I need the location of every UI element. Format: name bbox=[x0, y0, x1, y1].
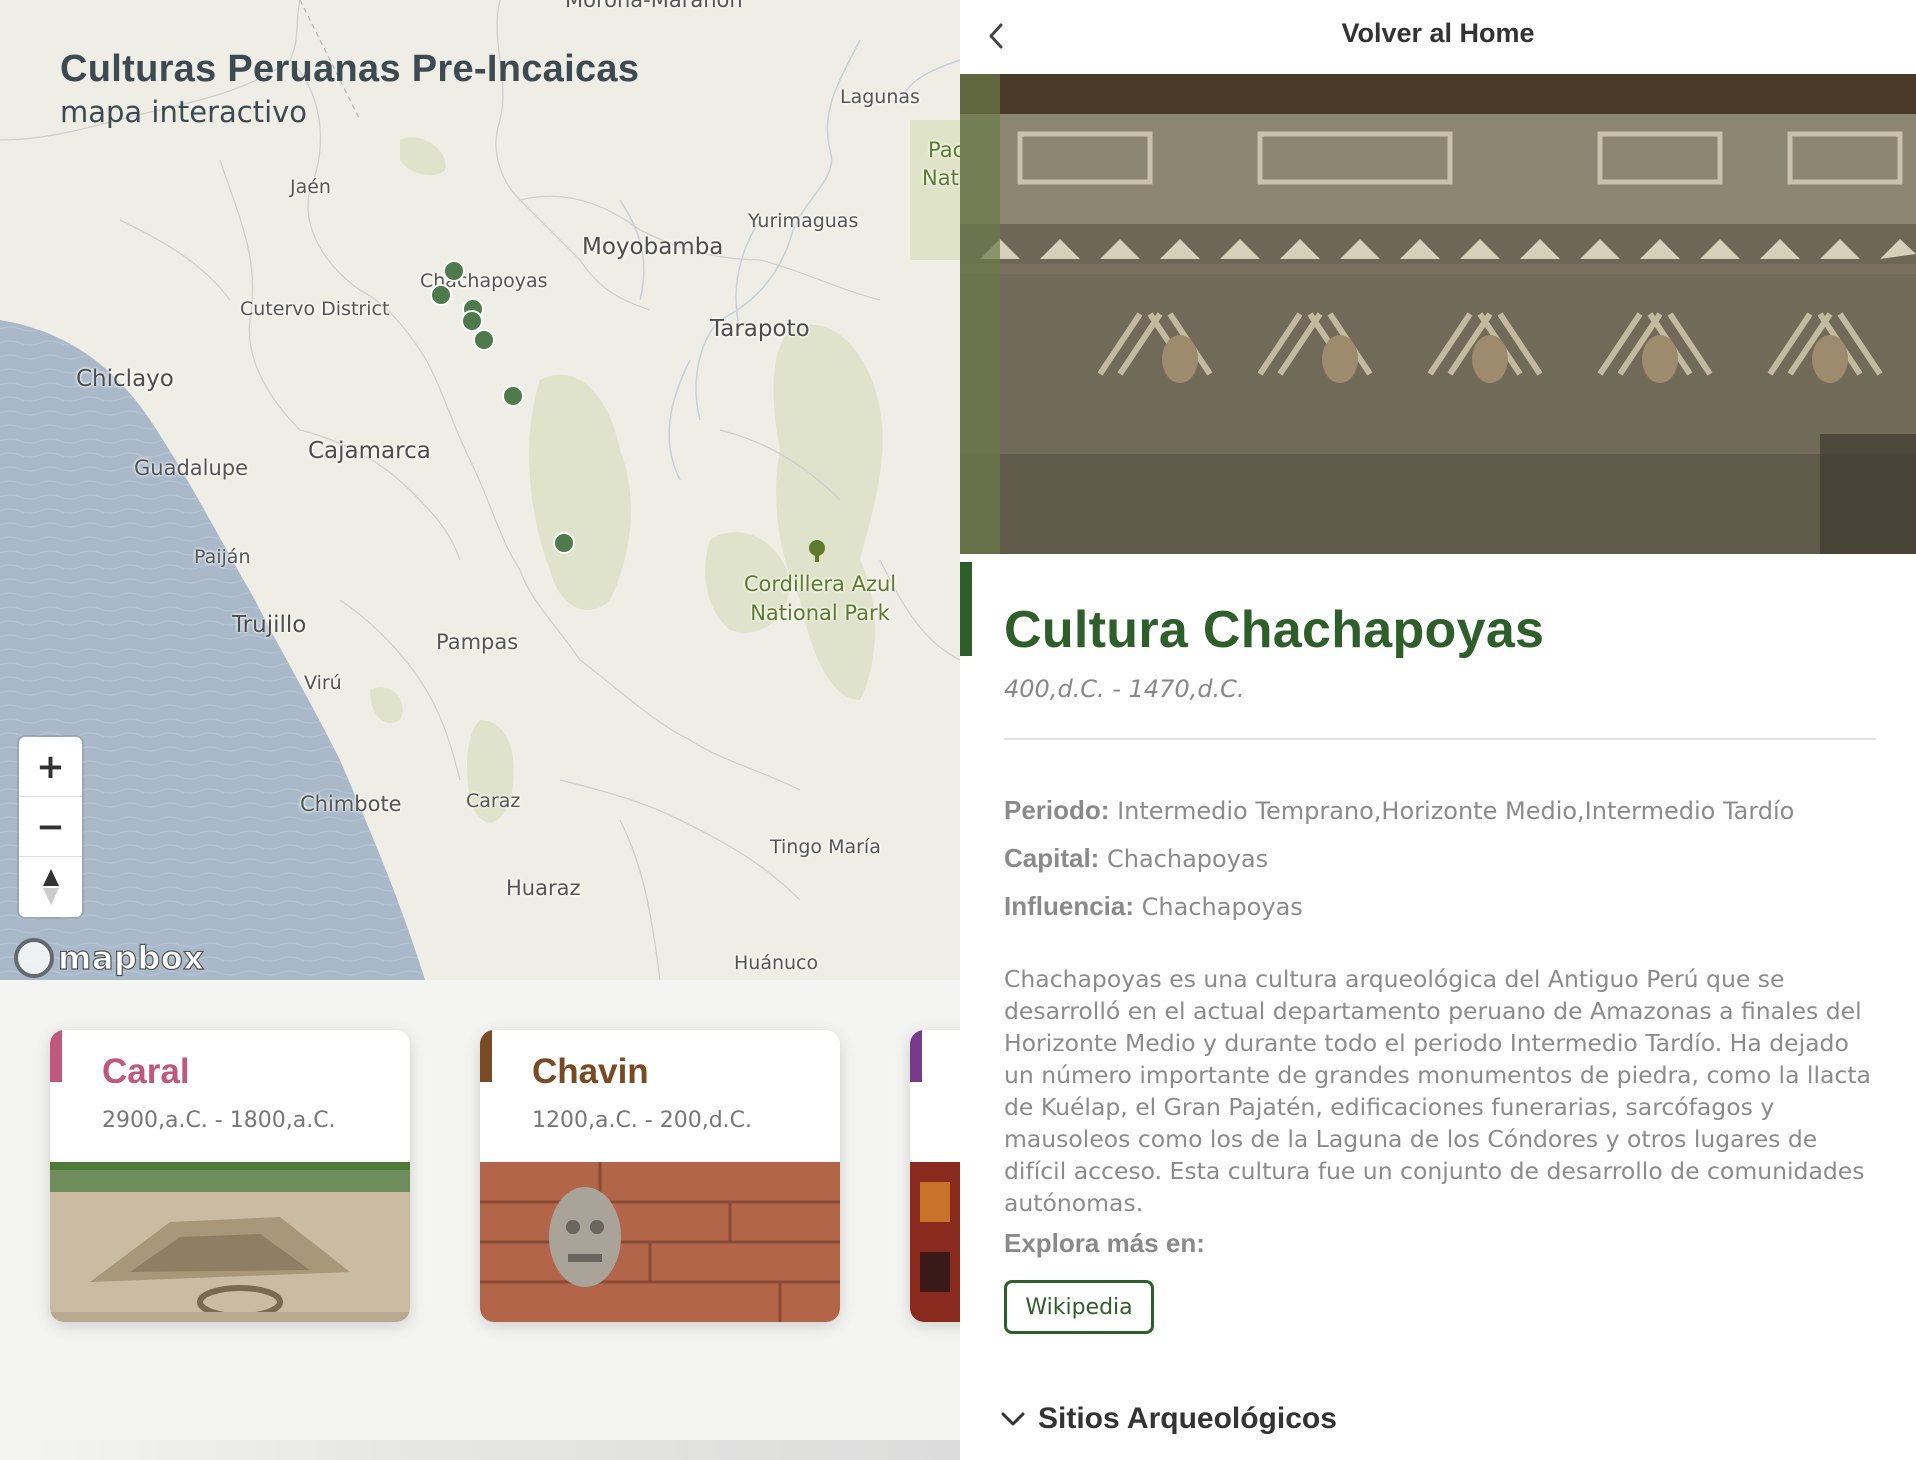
influencia-label: Influencia: bbox=[1004, 891, 1135, 921]
influencia-value: Chachapoyas bbox=[1141, 893, 1303, 921]
periodo-label: Periodo: bbox=[1004, 795, 1110, 825]
map-label-yurimaguas: Yurimaguas bbox=[748, 210, 859, 232]
capital-label: Capital: bbox=[1004, 843, 1100, 873]
info-capital: Capital: Chachapoyas bbox=[1004, 843, 1268, 874]
map-label-moyobamba: Moyobamba bbox=[582, 234, 724, 260]
card-image-partial bbox=[910, 1162, 960, 1322]
map-marker[interactable] bbox=[430, 284, 452, 306]
card-accent bbox=[50, 1030, 62, 1082]
park-name-line2: National Park bbox=[750, 601, 890, 625]
sites-label: Sitios Arqueológicos bbox=[1038, 1402, 1337, 1435]
culture-card-chavin[interactable]: Chavin 1200,a.C. - 200,d.C. bbox=[480, 1030, 840, 1322]
culture-card-partial[interactable] bbox=[910, 1030, 960, 1322]
map-label-chiclayo: Chiclayo bbox=[76, 366, 174, 392]
culture-dates: 400,d.C. - 1470,d.C. bbox=[1004, 675, 1245, 703]
card-title: Caral bbox=[102, 1052, 190, 1091]
card-accent bbox=[480, 1030, 492, 1082]
zoom-control: + − bbox=[19, 737, 82, 917]
map-subtitle: mapa interactivo bbox=[60, 95, 308, 129]
map-label-paijan: Paiján bbox=[194, 546, 251, 568]
bottom-scroll-shadow bbox=[0, 1440, 960, 1460]
map-label-lagunas: Lagunas bbox=[840, 86, 920, 108]
map-label-trujillo: Trujillo bbox=[232, 612, 307, 638]
mapbox-logo[interactable]: mapbox bbox=[14, 938, 204, 978]
map-label-pacaya: Pac bbox=[928, 138, 960, 162]
interactive-map[interactable]: Morona-Marañon Lagunas Pac Nat Jaén Yuri… bbox=[0, 0, 960, 980]
card-dates: 1200,a.C. - 200,d.C. bbox=[532, 1108, 753, 1133]
compass-icon bbox=[42, 869, 59, 905]
map-marker[interactable] bbox=[473, 329, 495, 351]
culture-description: Chachapoyas es una cultura arqueológica … bbox=[1004, 965, 1871, 1217]
map-title-block: Culturas Peruanas Pre-Incaicas mapa inte… bbox=[60, 48, 639, 129]
compass-button[interactable] bbox=[19, 857, 82, 917]
card-title: Chavin bbox=[532, 1052, 649, 1091]
card-accent bbox=[910, 1030, 922, 1082]
map-label-chimbote: Chimbote bbox=[300, 792, 402, 816]
card-image-chavin bbox=[480, 1162, 840, 1322]
map-label-pampas: Pampas bbox=[436, 630, 519, 654]
archaeological-sites-toggle[interactable]: Sitios Arqueológicos bbox=[1000, 1402, 1337, 1436]
map-label-jaen: Jaén bbox=[290, 176, 331, 198]
mapbox-logo-icon bbox=[14, 938, 54, 978]
wikipedia-button[interactable]: Wikipedia bbox=[1004, 1280, 1154, 1334]
map-label-huaraz: Huaraz bbox=[506, 876, 581, 900]
info-periodo: Periodo: Intermedio Temprano,Horizonte M… bbox=[1004, 795, 1794, 826]
map-label-tarapoto: Tarapoto bbox=[710, 316, 810, 342]
map-label-huanuco: Huánuco bbox=[734, 952, 819, 974]
map-title: Culturas Peruanas Pre-Incaicas bbox=[60, 48, 640, 90]
info-influencia: Influencia: Chachapoyas bbox=[1004, 891, 1303, 922]
map-label-park: Cordillera Azul National Park bbox=[730, 570, 910, 628]
culture-detail-panel: Volver al Home Cultura Chachapoyas 400,d… bbox=[960, 0, 1916, 1460]
map-marker[interactable] bbox=[502, 385, 524, 407]
culture-card-caral[interactable]: Caral 2900,a.C. - 1800,a.C. bbox=[50, 1030, 410, 1322]
map-marker[interactable] bbox=[553, 532, 575, 554]
mapbox-wordmark: mapbox bbox=[57, 938, 205, 977]
map-label-nat: Nat bbox=[922, 166, 959, 190]
map-label-cutervo: Cutervo District bbox=[240, 298, 390, 320]
capital-value: Chachapoyas bbox=[1106, 845, 1269, 873]
map-label-maranon: Morona-Marañon bbox=[565, 0, 743, 12]
back-to-home-link[interactable]: Volver al Home bbox=[960, 18, 1916, 49]
culture-carousel[interactable]: Caral 2900,a.C. - 1800,a.C. Chavin 1200,… bbox=[0, 980, 960, 1460]
card-dates: 2900,a.C. - 1800,a.C. bbox=[102, 1108, 336, 1133]
map-marker[interactable] bbox=[443, 260, 465, 282]
culture-hero-image bbox=[960, 74, 1916, 554]
zoom-out-button[interactable]: − bbox=[19, 797, 82, 857]
park-tree-icon bbox=[809, 540, 825, 562]
map-label-guadalupe: Guadalupe bbox=[134, 456, 249, 480]
map-base-layer bbox=[0, 0, 960, 980]
map-label-caraz: Caraz bbox=[466, 790, 521, 812]
culture-title: Cultura Chachapoyas bbox=[1004, 601, 1545, 659]
panel-header: Volver al Home bbox=[960, 0, 1916, 74]
map-label-viru: Virú bbox=[304, 672, 342, 694]
title-accent-bar bbox=[960, 562, 972, 656]
periodo-value: Intermedio Temprano,Horizonte Medio,Inte… bbox=[1117, 797, 1795, 825]
section-divider bbox=[1004, 738, 1876, 740]
zoom-in-button[interactable]: + bbox=[19, 737, 82, 797]
park-name-line1: Cordillera Azul bbox=[743, 572, 897, 596]
map-label-tingo-maria: Tingo María bbox=[770, 836, 881, 858]
explore-label: Explora más en: bbox=[1004, 1228, 1205, 1258]
chevron-down-icon bbox=[1001, 1412, 1025, 1426]
card-image-caral bbox=[50, 1162, 410, 1322]
map-label-cajamarca: Cajamarca bbox=[308, 438, 431, 464]
